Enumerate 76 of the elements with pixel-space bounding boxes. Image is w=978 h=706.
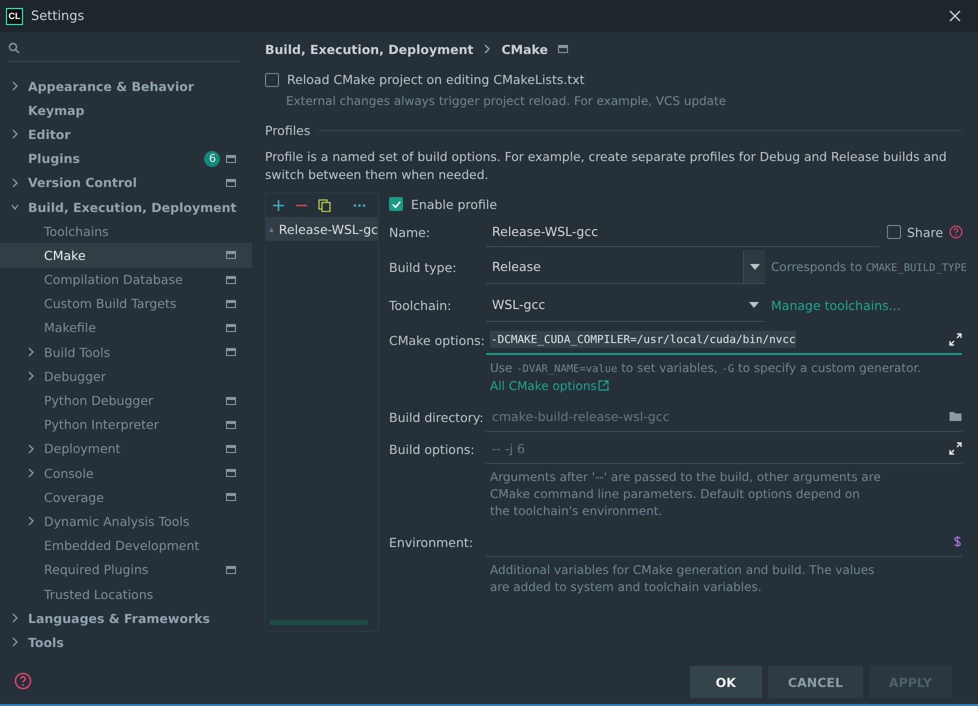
- count-badge: 6: [204, 150, 220, 167]
- checkbox-label: Enable profile: [411, 196, 498, 212]
- window-title: Settings: [31, 8, 86, 24]
- field-label: CMake options:: [389, 332, 486, 348]
- checkbox-label: Share: [907, 224, 944, 240]
- tree-item[interactable]: Debugger: [0, 364, 252, 388]
- tree-item[interactable]: Coverage: [0, 485, 252, 510]
- help-icon: [949, 223, 964, 241]
- close-icon[interactable]: [948, 9, 962, 23]
- tree-item[interactable]: Required Plugins: [0, 558, 252, 582]
- tree-item[interactable]: Editor: [0, 122, 252, 147]
- tree-item[interactable]: Embedded Development: [0, 534, 252, 558]
- tree-item[interactable]: Trusted Locations: [0, 582, 252, 606]
- dropdown-arrow-icon: [749, 302, 759, 308]
- tree-item[interactable]: Deployment: [0, 436, 252, 461]
- tree-item[interactable]: Appearance & Behavior: [0, 74, 252, 98]
- tree-item[interactable]: Tools: [0, 630, 252, 654]
- breadcrumb-item[interactable]: Build, Execution, Deployment: [265, 42, 474, 56]
- field-label: Toolchain:: [389, 298, 452, 312]
- dropdown-arrow-icon: [750, 264, 760, 270]
- add-icon[interactable]: [272, 198, 285, 212]
- tree-item[interactable]: Makefile: [0, 316, 252, 340]
- checkbox[interactable]: [265, 72, 279, 86]
- tree-item[interactable]: Custom Build Targets: [0, 292, 252, 316]
- dialog-button[interactable]: CANCEL: [768, 666, 863, 698]
- copy-icon[interactable]: [318, 198, 331, 212]
- search-icon: [8, 42, 21, 55]
- dropdown[interactable]: WSL-gcc: [486, 288, 765, 322]
- tree-item[interactable]: Python Debugger: [0, 388, 252, 413]
- description-text: Profile is a named set of build options. For example, create separate profiles for Debug and Release builds and switch between them when needed.: [265, 149, 948, 184]
- field-label: Build directory:: [389, 410, 485, 424]
- hint-text: External changes always trigger project reload. For example, VCS update: [286, 93, 728, 110]
- link[interactable]: Manage toolchains...: [771, 298, 901, 312]
- field-label: Build type:: [389, 260, 458, 274]
- tree-item[interactable]: Build Tools: [0, 340, 252, 364]
- scrollbar[interactable]: [269, 620, 368, 625]
- section-title: Profiles: [265, 123, 310, 138]
- tree-item[interactable]: Compilation Database: [0, 268, 252, 292]
- app-logo: CL: [6, 8, 23, 24]
- tree-item[interactable]: Keymap: [0, 98, 252, 122]
- field-label: Environment:: [389, 534, 474, 550]
- link[interactable]: All CMake options: [490, 379, 609, 393]
- field-label: Build options:: [389, 442, 476, 456]
- text-field[interactable]: cmake-build-release-wsl-gcc: [490, 408, 943, 425]
- checkbox[interactable]: [389, 197, 403, 211]
- project-scope-icon: [558, 45, 568, 53]
- hint-text: Arguments after '--' are passed to the build, other arguments are CMake command line parameters. Default options depend on the toolchain's environment.: [489, 469, 882, 520]
- tree-item[interactable]: Toolchains: [0, 219, 252, 244]
- dialog-button[interactable]: OK: [690, 666, 762, 698]
- tree-item[interactable]: Console: [0, 461, 252, 486]
- dollar-icon[interactable]: [953, 535, 962, 548]
- field-label: Name:: [389, 224, 432, 240]
- hint-text: Additional variables for CMake generation and build. The values are added to system and toolchain variables.: [489, 562, 876, 596]
- hint-text: Corresponds to CMAKE_BUILD_TYPE: [771, 260, 968, 274]
- tree-item[interactable]: Version Control: [0, 170, 252, 195]
- chevron-icon: [483, 44, 492, 54]
- checkbox[interactable]: [887, 225, 901, 239]
- text-field[interactable]: Release-WSL-gcc: [490, 223, 879, 240]
- tree-item[interactable]: Python Interpreter: [0, 412, 252, 437]
- checkbox-label: Reload CMake project on editing CMakeLists.txt: [287, 72, 585, 87]
- expand-icon[interactable]: [949, 442, 962, 455]
- tree-item[interactable]: Build, Execution, Deployment: [0, 194, 252, 220]
- tree-item[interactable]: CMake: [0, 243, 252, 268]
- tree-item[interactable]: Plugins 6: [0, 146, 252, 171]
- folder-icon[interactable]: [949, 410, 962, 423]
- external-link-icon: [598, 380, 609, 391]
- breadcrumb-item[interactable]: CMake: [501, 42, 548, 56]
- dropdown[interactable]: Release: [486, 250, 765, 284]
- tree-item[interactable]: Languages & Frameworks: [0, 606, 252, 630]
- text-field[interactable]: -- -j 6: [490, 440, 943, 457]
- hint-text: Use -DVAR_NAME=value to set variables, -G to specify a custom generator. All CMake options: [489, 360, 922, 395]
- text-field[interactable]: -DCMAKE_CUDA_COMPILER=/usr/local/cuda/bin/nvcc: [486, 325, 962, 355]
- profile-item[interactable]: Release-WSL-gc: [266, 217, 378, 241]
- expand-icon[interactable]: [949, 332, 962, 346]
- tree-item[interactable]: Dynamic Analysis Tools: [0, 509, 252, 534]
- help-icon: [14, 672, 32, 690]
